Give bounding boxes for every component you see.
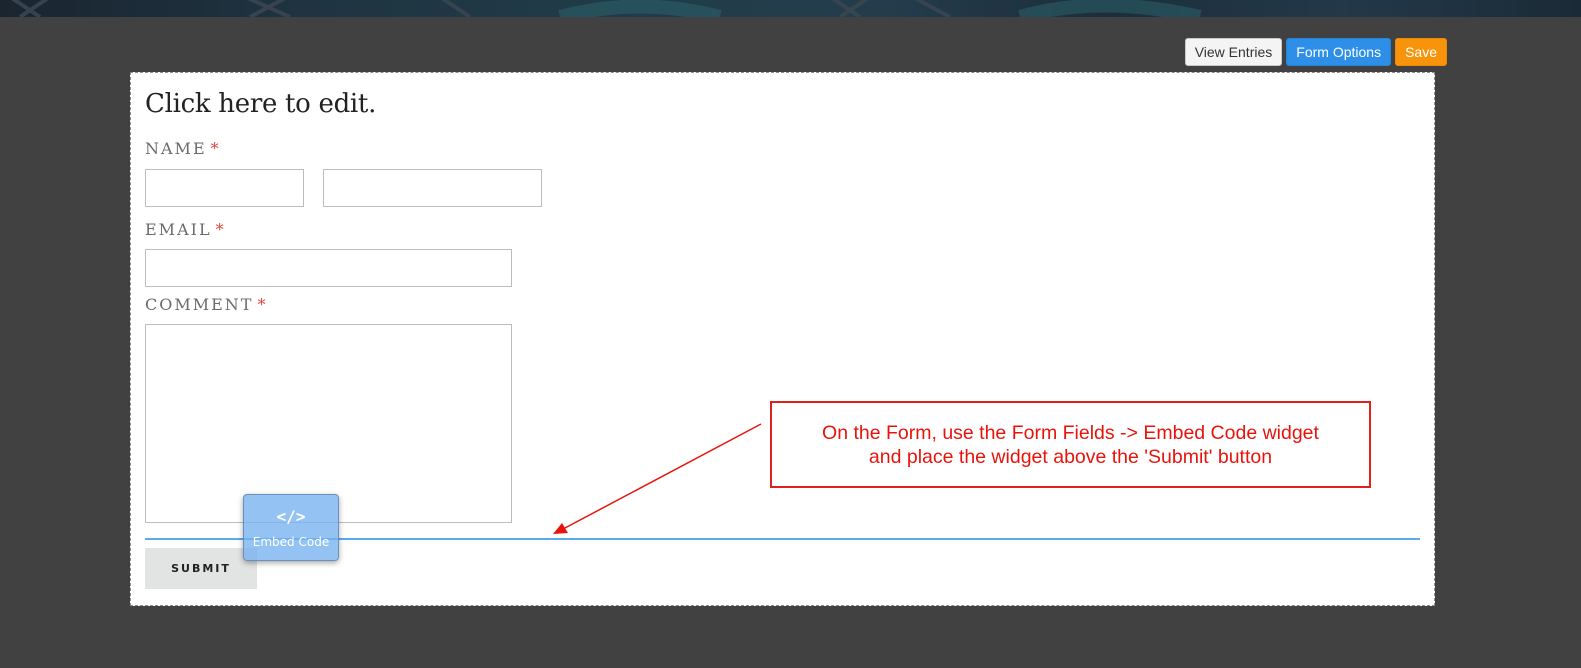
form-title[interactable]: Click here to edit. [145, 89, 376, 119]
save-button[interactable]: Save [1395, 38, 1447, 66]
code-icon: </> [276, 507, 306, 526]
header-banner [0, 0, 1581, 17]
embed-code-widget[interactable]: </> Embed Code [243, 494, 339, 561]
name-label-text: NAME [145, 139, 207, 158]
comment-label-text: COMMENT [145, 295, 254, 314]
name-required-marker: * [210, 139, 221, 158]
email-label-text: EMAIL [145, 220, 212, 239]
last-name-input[interactable] [323, 169, 542, 207]
annotation-line-2: and place the widget above the 'Submit' … [868, 445, 1273, 468]
email-input[interactable] [145, 249, 512, 287]
email-required-marker: * [215, 220, 226, 239]
form-toolbar: View Entries Form Options Save [1184, 38, 1447, 66]
email-field-label: EMAIL * [145, 220, 226, 239]
comment-required-marker: * [257, 295, 268, 314]
annotation-callout: On the Form, use the Form Fields -> Embe… [770, 401, 1371, 488]
form-options-button[interactable]: Form Options [1286, 38, 1392, 66]
annotation-text: On the Form, use the Form Fields -> Embe… [822, 421, 1319, 469]
annotation-line-1: On the Form, use the Form Fields -> Embe… [822, 421, 1319, 444]
name-field-label: NAME * [145, 139, 221, 158]
embed-code-label: Embed Code [252, 535, 330, 549]
first-name-input[interactable] [145, 169, 304, 207]
form-canvas: Click here to edit. NAME * EMAIL * COMMENT… [130, 72, 1435, 606]
banner-decoration [11, 0, 1202, 17]
submit-button[interactable]: SUBMIT [145, 548, 257, 589]
comment-field-label: COMMENT * [145, 295, 267, 314]
view-entries-button[interactable]: View Entries [1184, 38, 1283, 66]
